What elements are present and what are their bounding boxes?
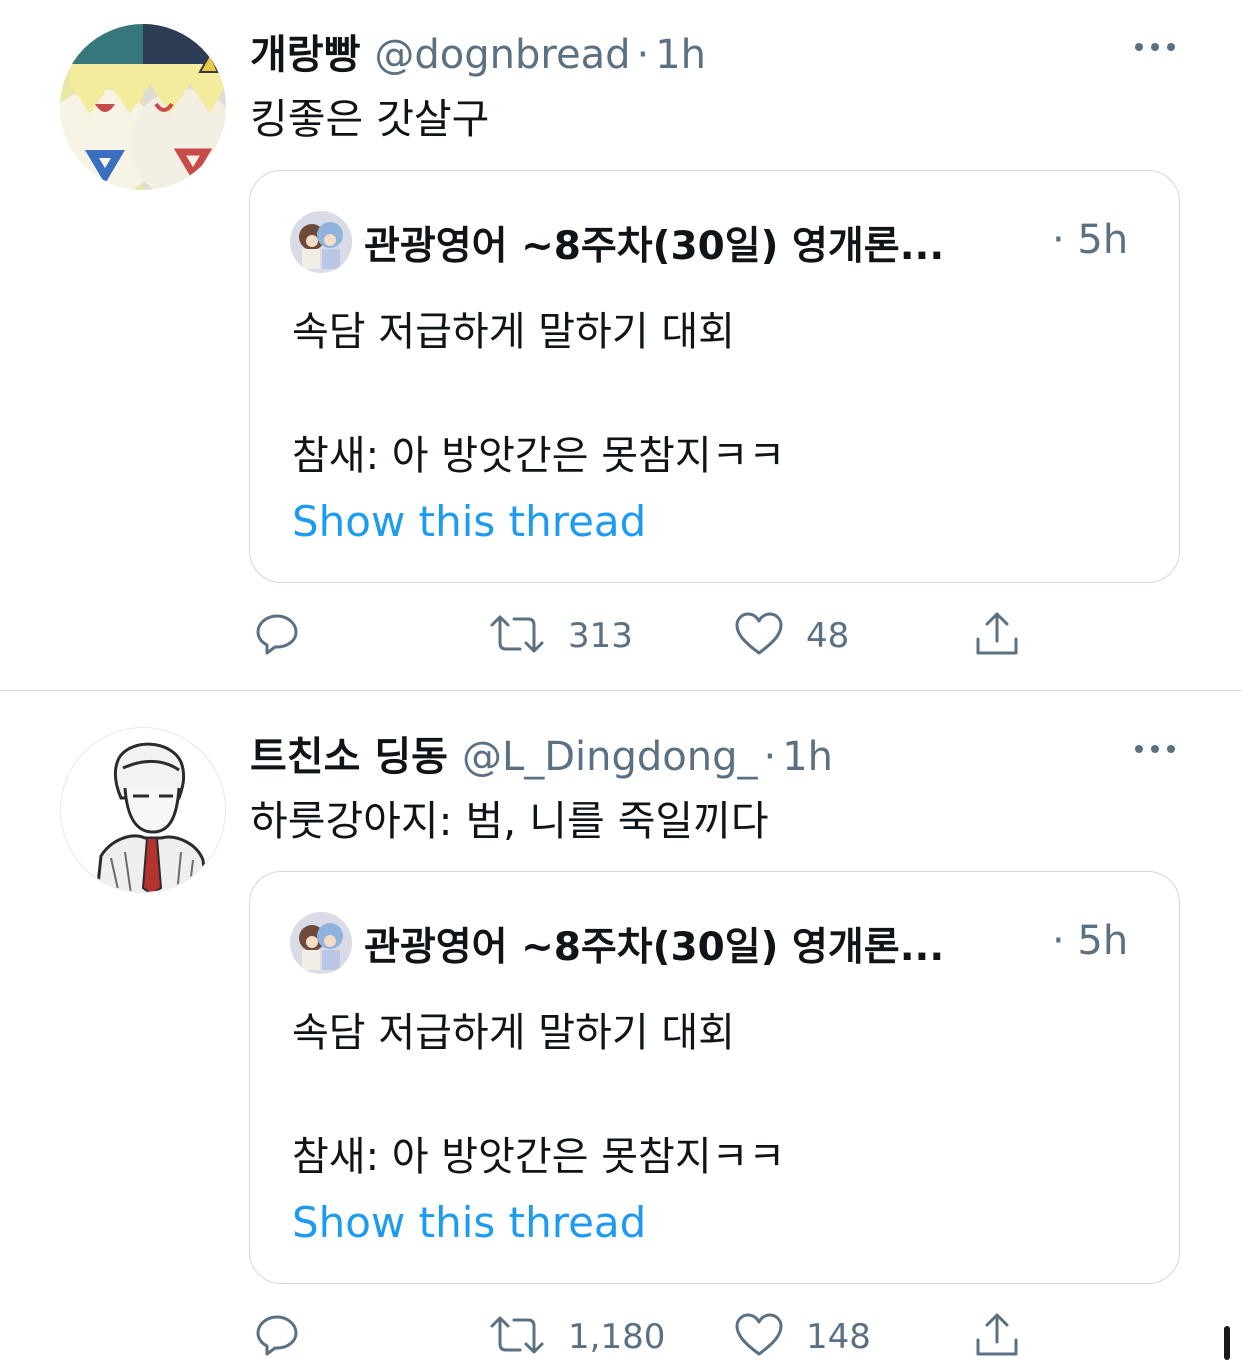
like-button[interactable]: 148	[734, 1307, 871, 1367]
like-button[interactable]: 48	[734, 606, 849, 666]
retweet-count: 313	[568, 616, 633, 656]
heart-icon	[734, 611, 784, 661]
share-icon	[972, 609, 1022, 663]
share-button[interactable]	[972, 1307, 1022, 1367]
quoted-text-line: 참새: 아 방앗간은 못참지ㅋㅋ	[292, 1134, 786, 1180]
share-icon	[972, 1310, 1022, 1364]
avatar[interactable]	[60, 24, 226, 190]
separator: ·	[636, 32, 650, 78]
quoted-text-line: 참새: 아 방앗간은 못참지ㅋㅋ	[292, 433, 786, 479]
avatar[interactable]	[60, 727, 226, 893]
quoted-display-name: 관광영어 ~8주차(30일) 영개론...	[364, 224, 945, 269]
scrollbar[interactable]	[1224, 1326, 1230, 1360]
retweet-icon	[488, 611, 546, 661]
quoted-timestamp: · 5h	[1052, 217, 1129, 263]
handle[interactable]: @L_Dingdong_	[462, 734, 758, 780]
show-thread-link[interactable]: Show this thread	[292, 1198, 646, 1247]
quoted-text-line: 속담 저급하게 말하기 대회	[292, 309, 735, 355]
reply-button[interactable]	[254, 606, 300, 666]
retweet-button[interactable]: 313	[488, 606, 633, 666]
quoted-timestamp: · 5h	[1052, 918, 1129, 964]
timestamp[interactable]: 1h	[782, 734, 833, 780]
share-button[interactable]	[972, 606, 1022, 666]
retweet-button[interactable]: 1,180	[488, 1307, 665, 1367]
like-count: 148	[806, 1317, 871, 1357]
quoted-display-name: 관광영어 ~8주차(30일) 영개론...	[364, 925, 945, 970]
more-options-icon[interactable]	[1130, 32, 1180, 62]
retweet-icon	[488, 1312, 546, 1362]
reply-icon	[254, 1312, 300, 1362]
tweet[interactable]: 개랑빵 @dognbread · 1h 킹좋은 갓살구 관광영어 ~8주차(30…	[0, 0, 1242, 690]
handle[interactable]: @dognbread	[374, 32, 630, 78]
display-name[interactable]: 트친소 딩동	[250, 724, 448, 782]
quoted-avatar	[290, 211, 352, 273]
more-options-icon[interactable]	[1130, 734, 1180, 764]
quoted-tweet[interactable]: 관광영어 ~8주차(30일) 영개론... · 5h 속담 저급하게 말하기 대…	[249, 871, 1180, 1284]
display-name[interactable]: 개랑빵	[250, 22, 360, 80]
separator: ·	[763, 734, 777, 780]
retweet-count: 1,180	[568, 1317, 666, 1357]
reply-icon	[254, 611, 300, 661]
show-thread-link[interactable]: Show this thread	[292, 497, 646, 546]
tweet[interactable]: 트친소 딩동 @L_Dingdong_ · 1h 하룻강아지: 범, 니를 죽일…	[0, 691, 1242, 1360]
quoted-tweet[interactable]: 관광영어 ~8주차(30일) 영개론... · 5h 속담 저급하게 말하기 대…	[249, 170, 1180, 583]
tweet-text: 킹좋은 갓살구	[250, 95, 490, 143]
timestamp[interactable]: 1h	[655, 32, 706, 78]
like-count: 48	[806, 616, 850, 656]
tweet-text: 하룻강아지: 범, 니를 죽일끼다	[250, 797, 769, 845]
reply-button[interactable]	[254, 1307, 300, 1367]
quoted-text-line: 속담 저급하게 말하기 대회	[292, 1010, 735, 1056]
quoted-avatar	[290, 912, 352, 974]
heart-icon	[734, 1312, 784, 1362]
